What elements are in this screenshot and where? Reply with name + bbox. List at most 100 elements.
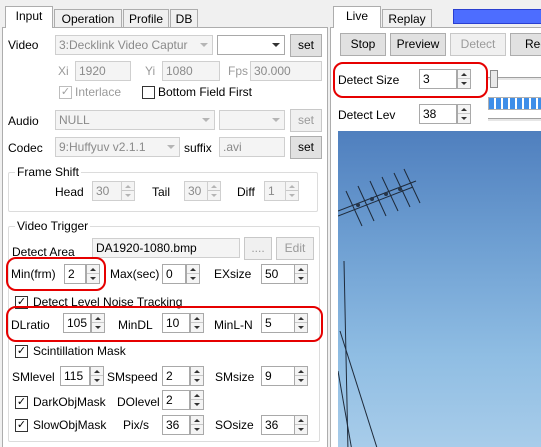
status-bar	[453, 9, 541, 24]
detect-area-field[interactable]: DA1920-1080.bmp	[92, 238, 240, 258]
spin-down-icon	[458, 114, 470, 123]
suffix-field[interactable]: .avi	[219, 137, 285, 157]
scintillation-mask-label: Scintillation Mask	[33, 344, 126, 358]
tab-db[interactable]: DB	[170, 9, 198, 28]
exsize-label: EXsize	[214, 267, 252, 281]
audio-set-button[interactable]: set	[290, 109, 322, 132]
spin-up-icon	[122, 182, 134, 191]
chevron-down-icon	[195, 36, 212, 54]
smspeed-field[interactable]: 2	[162, 366, 190, 386]
smlevel-label: SMlevel	[12, 370, 55, 384]
spin-down-icon	[191, 425, 203, 434]
codec-select[interactable]: 9:Huffyuv v2.1.1	[55, 137, 180, 157]
smlevel-field[interactable]: 115	[60, 366, 90, 386]
tab-profile[interactable]: Profile	[123, 9, 169, 28]
smlevel-spinner[interactable]	[90, 366, 104, 386]
rec-button[interactable]: Rec	[510, 33, 541, 56]
exsize-spinner[interactable]	[294, 264, 308, 284]
head-spinner[interactable]	[121, 181, 135, 201]
spin-down-icon	[91, 376, 103, 385]
diff-spinner[interactable]	[285, 181, 299, 201]
audio-format-select[interactable]	[219, 110, 285, 130]
spin-up-icon	[295, 416, 307, 425]
dolevel-field[interactable]: 2	[162, 390, 190, 410]
audio-device-select[interactable]: NULL	[55, 110, 215, 130]
smsize-label: SMsize	[215, 370, 255, 384]
spin-down-icon	[295, 376, 307, 385]
diff-label: Diff	[237, 185, 255, 199]
stop-button[interactable]: Stop	[340, 33, 386, 56]
bottom-field-first-checkbox[interactable]	[142, 86, 155, 99]
detect-lev-field[interactable]: 38	[419, 104, 457, 124]
smspeed-spinner[interactable]	[190, 366, 204, 386]
tail-spinner[interactable]	[207, 181, 221, 201]
spin-up-icon	[191, 391, 203, 400]
min-frm-highlight	[6, 257, 106, 291]
diff-field[interactable]: 1	[264, 181, 286, 201]
codec-set-button[interactable]: set	[290, 136, 322, 159]
interlace-label: Interlace	[75, 85, 122, 99]
pixs-field[interactable]: 36	[162, 415, 190, 435]
spin-down-icon	[122, 191, 134, 200]
detect-lev-slider[interactable]	[488, 118, 541, 122]
detect-size-slider-thumb[interactable]	[490, 70, 498, 88]
preview-button[interactable]: Preview	[390, 33, 446, 56]
suffix-label: suffix	[184, 141, 212, 155]
darkobj-mask-checkbox[interactable]: ✓	[15, 396, 28, 409]
spin-down-icon	[191, 400, 203, 409]
max-sec-spinner[interactable]	[186, 264, 200, 284]
smsize-field[interactable]: 9	[261, 366, 295, 386]
tab-replay[interactable]: Replay	[382, 9, 432, 28]
antenna-image	[338, 168, 421, 447]
detect-lev-spinner[interactable]	[457, 104, 471, 124]
max-sec-label: Max(sec)	[110, 267, 160, 281]
spin-up-icon	[286, 182, 298, 191]
sosize-spinner[interactable]	[294, 415, 308, 435]
live-video-preview[interactable]	[338, 131, 541, 447]
spin-down-icon	[286, 191, 298, 200]
tab-input[interactable]: Input	[5, 6, 53, 28]
fps-field[interactable]: 30.000	[250, 61, 322, 81]
sosize-field[interactable]: 36	[261, 415, 295, 435]
tail-label: Tail	[152, 185, 171, 199]
interlace-checkbox[interactable]: ✓	[59, 86, 72, 99]
level-meter	[488, 97, 541, 110]
spin-down-icon	[187, 274, 199, 283]
detect-button[interactable]: Detect	[450, 33, 506, 56]
slowobj-mask-label: SlowObjMask	[33, 418, 107, 432]
smsize-spinner[interactable]	[294, 366, 308, 386]
tab-live[interactable]: Live	[333, 6, 381, 28]
video-format-select[interactable]	[217, 35, 285, 55]
spin-up-icon	[187, 265, 199, 274]
dolevel-spinner[interactable]	[190, 390, 204, 410]
edit-button[interactable]: Edit	[276, 237, 314, 260]
spin-down-icon	[191, 376, 203, 385]
max-sec-field[interactable]: 0	[162, 264, 186, 284]
dlratio-row-highlight	[6, 306, 323, 342]
pixs-spinner[interactable]	[190, 415, 204, 435]
slowobj-mask-checkbox[interactable]: ✓	[15, 419, 28, 432]
smspeed-label: SMspeed	[107, 370, 158, 384]
video-device-select[interactable]: 3:Decklink Video Captur	[55, 35, 213, 55]
codec-label: Codec	[8, 141, 43, 155]
yi-field[interactable]: 1080	[162, 61, 220, 81]
video-trigger-title: Video Trigger	[15, 219, 91, 233]
browse-button[interactable]: ....	[244, 237, 272, 260]
video-set-button[interactable]: set	[290, 34, 322, 57]
spin-up-icon	[295, 367, 307, 376]
xi-field[interactable]: 1920	[75, 61, 131, 81]
spin-up-icon	[208, 182, 220, 191]
scintillation-mask-checkbox[interactable]: ✓	[15, 345, 28, 358]
head-field[interactable]: 30	[92, 181, 122, 201]
exsize-field[interactable]: 50	[261, 264, 295, 284]
frame-shift-title: Frame Shift	[15, 165, 82, 179]
video-label: Video	[8, 38, 39, 52]
spin-up-icon	[91, 367, 103, 376]
tail-field[interactable]: 30	[184, 181, 208, 201]
dolevel-label: DOlevel	[117, 395, 160, 409]
bottom-field-first-label: Bottom Field First	[158, 85, 253, 99]
sosize-label: SOsize	[215, 418, 254, 432]
tab-operation[interactable]: Operation	[54, 9, 122, 28]
darkobj-mask-label: DarkObjMask	[33, 395, 106, 409]
spin-up-icon	[458, 105, 470, 114]
